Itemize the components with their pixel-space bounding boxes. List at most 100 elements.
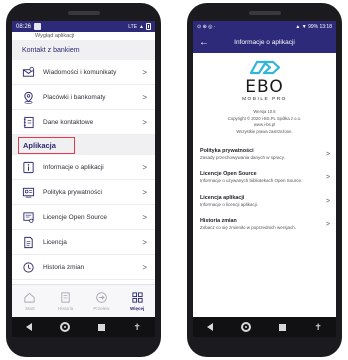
chevron-right-icon: > (142, 67, 147, 77)
nav-back-icon[interactable] (26, 323, 33, 331)
tab-label: Historia (57, 306, 74, 311)
home-icon (24, 292, 35, 303)
info-item-changelog[interactable]: Historia zmian Zobacz co się zmieniło w … (193, 218, 336, 231)
status-time: 08:26 (16, 23, 32, 30)
menu-item-messages[interactable]: Wiadomości i komunikaty > (12, 60, 155, 85)
battery-icon (146, 23, 151, 30)
battery-level: 99% (308, 23, 319, 30)
android-nav-bar: ✝ (12, 317, 155, 337)
tab-more[interactable]: Więcej (119, 285, 155, 317)
location-pin-icon (22, 91, 35, 104)
tab-label: Start (25, 306, 35, 311)
rights-text: Wszystkie prawa zastrzeżone. (236, 128, 293, 134)
menu-item-license[interactable]: Licencja > (12, 230, 155, 255)
status-bar: 08:26 LTE ▲ (12, 21, 155, 32)
privacy-icon (22, 186, 35, 199)
logo-name: EBO (245, 77, 284, 97)
section-title-highlighted: Aplikacja (18, 136, 75, 154)
menu-item-label: Informacje o aplikacji (43, 163, 104, 171)
menu-item-contact-data[interactable]: Dane kontaktowe > (12, 110, 155, 135)
phone-app-info: ⊙ ⊕ ◎ · ▲ ▼ 99% 13:18 ← Informacje o apl… (187, 3, 342, 357)
nav-recents-icon[interactable] (98, 323, 106, 331)
chevron-right-icon: > (325, 197, 330, 205)
chevron-right-icon: > (142, 262, 147, 272)
menu-item-label: Historia zmian (43, 263, 85, 271)
info-item-desc: Informacje o używanych bibliotekach Open… (200, 178, 303, 184)
chevron-right-icon: > (325, 151, 330, 159)
info-item-desc: Zasady przechowywania danych w spracy. (200, 155, 285, 160)
info-item-title: Polityka prywatności (200, 148, 254, 154)
info-icon (22, 161, 35, 174)
info-item-desc: Zobacz co się zmieniło w poprzednich wer… (200, 224, 297, 230)
nav-home-icon[interactable] (60, 322, 71, 332)
chevron-right-icon: > (142, 187, 147, 197)
ebo-logo-mark-icon (249, 60, 280, 75)
chevron-right-icon: > (325, 174, 330, 182)
page-title: Informacje o aplikacji (234, 39, 295, 46)
list-item-partial[interactable]: Wygląd aplikacji (12, 32, 155, 40)
menu-item-open-source[interactable]: Licencje Open Source > (12, 205, 155, 230)
menu-item-label: Wiadomości i komunikaty (43, 68, 117, 76)
info-item-desc: Informacje o licencji aplikacji. (200, 201, 259, 207)
section-header-contact: Kontakt z bankiem (12, 40, 155, 60)
license-icon (22, 211, 35, 224)
bottom-tab-bar: Start Historia Przelew Więcej (12, 284, 155, 317)
status-icons-left: ⊙ ⊕ ◎ · (197, 23, 216, 30)
info-item-title: Historia zmian (200, 217, 237, 224)
back-arrow-icon[interactable]: ← (199, 37, 213, 48)
nav-home-icon[interactable] (241, 322, 252, 332)
screen-more-menu: 08:26 LTE ▲ Wygląd aplikacji Kontakt z ba… (12, 21, 155, 317)
android-nav-bar: ✝ (193, 317, 336, 337)
menu-item-label: Licencja (43, 238, 67, 246)
menu-item-label: Dane kontaktowe (43, 118, 94, 126)
chevron-right-icon: > (142, 92, 147, 102)
status-time: 13:18 (319, 23, 332, 30)
menu-item-label: Placówki i bankomaty (43, 93, 106, 101)
chevron-right-icon: > (142, 162, 147, 172)
tab-label: Przelew (93, 306, 110, 311)
history-doc-icon (61, 292, 70, 303)
tab-history[interactable]: Historia (48, 285, 84, 317)
notification-app-icon (34, 23, 42, 30)
menu-item-app-info[interactable]: Informacje o aplikacji > (12, 155, 155, 180)
chevron-right-icon: > (142, 237, 147, 247)
network-type: LTE (128, 23, 138, 30)
info-item-privacy[interactable]: Polityka prywatności Zasady przechowywan… (193, 148, 336, 161)
grid-icon (132, 292, 143, 303)
nav-back-icon[interactable] (207, 323, 214, 331)
screen-app-info: ⊙ ⊕ ◎ · ▲ ▼ 99% 13:18 ← Informacje o apl… (193, 21, 336, 317)
section-title: Kontakt z bankiem (22, 46, 80, 54)
status-bar: ⊙ ⊕ ◎ · ▲ ▼ 99% 13:18 (193, 21, 336, 32)
info-item-open-source[interactable]: Licencje Open Source Informacje o używan… (193, 171, 336, 184)
transfer-icon (96, 292, 107, 303)
menu-item-changelog[interactable]: Historia zmian > (12, 255, 155, 280)
tab-transfer[interactable]: Przelew (84, 285, 120, 317)
info-item-license[interactable]: Licencja aplikacji Informacje o licencji… (193, 195, 336, 208)
menu-item-branches[interactable]: Placówki i bankomaty > (12, 85, 155, 110)
partial-item-label: Wygląd aplikacji (35, 33, 75, 39)
nav-recents-icon[interactable] (279, 323, 287, 331)
app-bar: ← Informacje o aplikacji (193, 32, 336, 53)
ebo-logo: EBO MOBILE PRO (193, 59, 336, 102)
envelope-icon (22, 66, 35, 79)
info-item-title: Licencja aplikacji (200, 194, 245, 201)
menu-item-privacy[interactable]: Polityka prywatności > (12, 180, 155, 205)
chevron-right-icon: > (142, 117, 147, 127)
document-icon (22, 236, 35, 249)
tab-start[interactable]: Start (12, 285, 48, 317)
phone-settings-menu: 08:26 LTE ▲ Wygląd aplikacji Kontakt z ba… (6, 3, 161, 357)
chevron-right-icon: > (142, 212, 147, 222)
phone-speaker (67, 11, 100, 15)
history-icon (22, 261, 35, 274)
nav-pin-icon[interactable]: ✝ (314, 322, 322, 332)
nav-pin-icon[interactable]: ✝ (133, 322, 141, 332)
signal-icon: ▲ (139, 23, 144, 30)
menu-item-label: Polityka prywatności (43, 188, 102, 196)
status-icons-right: ▲ ▼ 99% 13:18 (295, 23, 332, 30)
stage: 08:26 LTE ▲ Wygląd aplikacji Kontakt z ba… (0, 0, 348, 360)
chevron-right-icon: > (325, 221, 330, 229)
menu-item-label: Licencje Open Source (43, 213, 107, 221)
appearance-icon (20, 33, 29, 39)
logo-subtitle: MOBILE PRO (242, 97, 287, 102)
version-info: Wersja 10.6 Copyright © 2020 i-BS.PL Spó… (193, 109, 336, 135)
